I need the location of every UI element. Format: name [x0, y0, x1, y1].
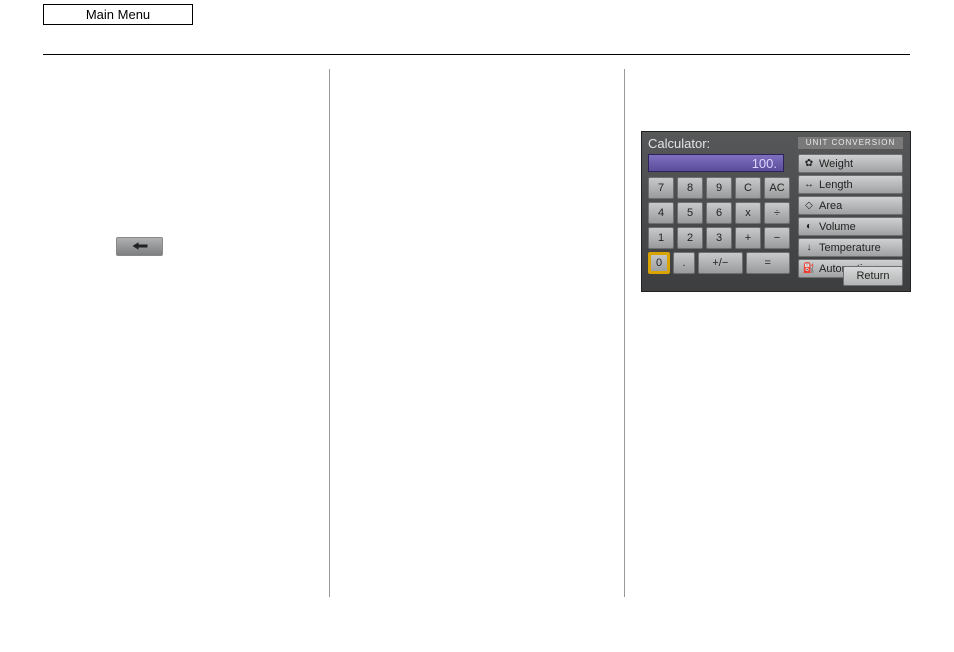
unit-label: Weight: [819, 158, 853, 170]
return-button[interactable]: Return: [843, 266, 903, 286]
unit-conversion-header: UNIT CONVERSION: [798, 137, 903, 149]
weight-icon: ✿: [803, 158, 815, 169]
length-icon: ↔: [803, 179, 815, 190]
unit-weight[interactable]: ✿ Weight: [798, 154, 903, 173]
calc-key-0[interactable]: 0: [648, 252, 670, 274]
calc-key-ac[interactable]: AC: [764, 177, 790, 199]
calculator-title: Calculator:: [648, 136, 710, 151]
calc-key-1[interactable]: 1: [648, 227, 674, 249]
temperature-icon: ↓: [803, 242, 815, 253]
calc-key-[interactable]: −: [764, 227, 790, 249]
calc-key-6[interactable]: 6: [706, 202, 732, 224]
calc-key-[interactable]: ÷: [764, 202, 790, 224]
calc-key-7[interactable]: 7: [648, 177, 674, 199]
back-arrow-icon: [131, 238, 149, 256]
divider-col-2: [624, 69, 625, 597]
calculator-keypad: 789CAC 456x÷ 123+− 0.+/−=: [648, 177, 790, 277]
unit-label: Temperature: [819, 242, 881, 254]
calc-key-2[interactable]: 2: [677, 227, 703, 249]
calculator-display: 100.: [648, 154, 784, 172]
calc-key-[interactable]: .: [673, 252, 695, 274]
calc-key-4[interactable]: 4: [648, 202, 674, 224]
calc-key-3[interactable]: 3: [706, 227, 732, 249]
volume-icon: ◐: [803, 221, 815, 232]
divider-horizontal: [43, 54, 910, 55]
area-icon: ◇: [803, 200, 815, 211]
calc-key-[interactable]: +/−: [698, 252, 742, 274]
main-menu-button[interactable]: Main Menu: [43, 4, 193, 25]
unit-conversion-list: ✿ Weight ↔ Length ◇ Area ◐ Volume ↓ Temperature ⛽ A…: [798, 154, 903, 278]
divider-col-1: [329, 69, 330, 597]
automotive-icon: ⛽: [803, 263, 815, 274]
unit-label: Area: [819, 200, 842, 212]
calc-key-x[interactable]: x: [735, 202, 761, 224]
back-button[interactable]: [116, 237, 163, 256]
calc-key-[interactable]: =: [746, 252, 790, 274]
calculator-panel: Calculator: 100. 789CAC456x÷123+−0.+/−= …: [641, 131, 911, 292]
unit-temperature[interactable]: ↓ Temperature: [798, 238, 903, 257]
unit-length[interactable]: ↔ Length: [798, 175, 903, 194]
calc-key-[interactable]: +: [735, 227, 761, 249]
calc-key-9[interactable]: 9: [706, 177, 732, 199]
unit-label: Volume: [819, 221, 856, 233]
calc-key-8[interactable]: 8: [677, 177, 703, 199]
unit-area[interactable]: ◇ Area: [798, 196, 903, 215]
unit-label: Length: [819, 179, 853, 191]
calc-key-5[interactable]: 5: [677, 202, 703, 224]
calc-key-c[interactable]: C: [735, 177, 761, 199]
unit-volume[interactable]: ◐ Volume: [798, 217, 903, 236]
